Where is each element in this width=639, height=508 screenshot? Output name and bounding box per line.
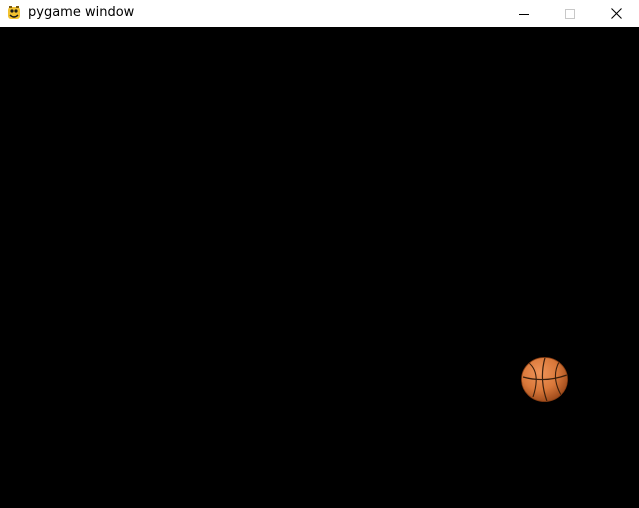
pygame-window: pygame window [0, 0, 639, 508]
window-controls [501, 0, 639, 27]
close-icon [610, 8, 622, 19]
window-title: pygame window [28, 5, 135, 20]
game-canvas[interactable] [0, 27, 639, 508]
basketball-sprite [521, 357, 568, 402]
title-bar[interactable]: pygame window [0, 0, 639, 27]
minimize-icon [519, 9, 529, 19]
close-button[interactable] [593, 0, 639, 27]
pygame-snake-icon [6, 5, 22, 21]
maximize-icon [565, 8, 575, 19]
maximize-button[interactable] [547, 0, 593, 27]
minimize-button[interactable] [501, 0, 547, 27]
